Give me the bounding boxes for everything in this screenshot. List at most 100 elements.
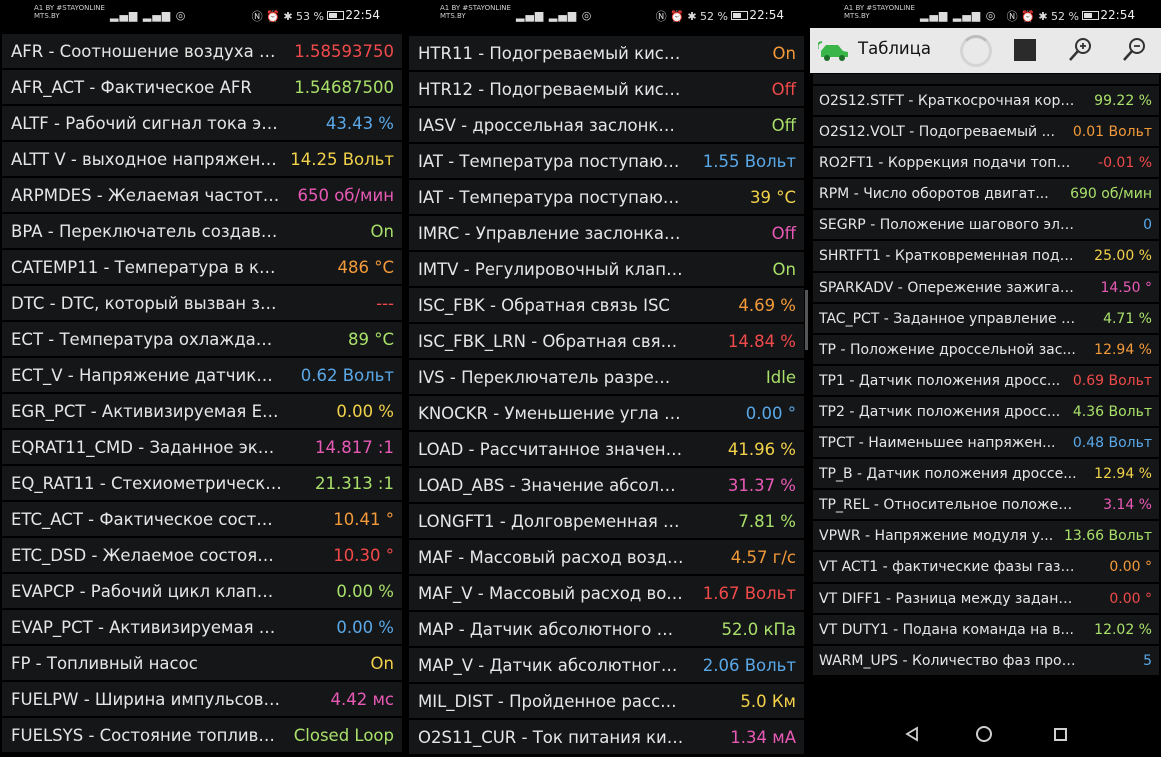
list-item[interactable]: SEGRP - Положение шагового электрод... 0 [813,210,1159,242]
sensor-list[interactable]: O2S12.STFT - Краткосрочная корр... 99.22 … [813,86,1159,677]
list-item[interactable]: VT DIFF1 - Разница между заданным... 0.00… [813,583,1159,615]
parameter-value: On [370,222,394,241]
list-item[interactable]: FUELPW - Ширина импульсов топ... 4.42 мс [2,682,402,718]
list-item[interactable]: ETC_ACT - Фактическое состояние ... 10.41… [2,502,402,538]
parameter-value: 10.41 ° [333,510,394,529]
list-item[interactable]: MAP - Датчик абсолютного давл... 52.0 кПа [409,612,804,648]
signal-icon: ▂▄▆ ▂▄▆ ◎ [516,9,593,22]
list-item[interactable]: CATEMP11 - Температура в катали... 486 °C [2,250,402,286]
app-car-icon[interactable] [818,39,852,63]
list-item[interactable]: EVAPCP - Рабочий цикл клапана в... 0.00 % [2,574,402,610]
parameter-label: WARM_UPS - Количество фаз прогрева ... [819,652,1079,669]
list-item[interactable]: RPM - Число оборотов двигат... 690 об/мин [813,179,1159,211]
list-item[interactable]: IAT - Температура поступающе... 1.55 Воль… [409,144,804,180]
parameter-label: EQ_RAT11 - Стехиометрическое ... [11,474,282,493]
parameter-value: Off [771,116,796,135]
list-item[interactable]: IMTV - Регулировочный клапан впускн... On [409,252,804,288]
parameter-label: ETC_ACT - Фактическое состояние ... [11,510,282,529]
list-item[interactable]: ETC_DSD - Желаемое состояние эл... 10.30 … [2,538,402,574]
list-item[interactable]: O2S12.VOLT - Подогреваемый ... 0.01 Вольт [813,117,1159,149]
list-item[interactable]: EQ_RAT11 - Стехиометрическое ... 21.313 :… [2,466,402,502]
nav-back-icon[interactable] [904,726,920,742]
list-item[interactable]: ALTF - Рабочий сигнал тока элект... 43.43… [2,106,402,142]
parameter-value: 690 об/мин [1070,186,1152,203]
list-item[interactable]: MIL_DIST - Пройденное расстояние... 5.0 К… [409,684,804,720]
parameter-value: 12.94 % [1094,341,1152,358]
parameter-value: 0.01 Вольт [1072,124,1152,141]
list-item[interactable]: TP1 - Датчик положения дросс... 0.69 Воль… [813,365,1159,397]
stop-button[interactable] [1014,39,1036,61]
parameter-label: MIL_DIST - Пройденное расстояние... [418,692,684,711]
nav-recent-icon[interactable] [1054,728,1067,741]
list-item[interactable]: SHRTFT1 - Кратковременная подс... 25.00 % [813,241,1159,273]
list-item[interactable]: FUELSYS - Состояние топливн... Closed Loo… [2,718,402,754]
list-item[interactable]: TAC_PCT - Заданное управление ис... 4.71 … [813,303,1159,335]
sensor-list[interactable]: AFR - Соотношение воздуха и... 1.58593750… [2,34,402,754]
list-item[interactable]: MAP_V - Датчик абсолютного ... 2.06 Вольт [409,648,804,684]
list-item[interactable]: VT DUTY1 - Подана команда на в... 12.02 % [813,614,1159,646]
parameter-value: 39 °C [749,188,796,207]
list-item[interactable]: MAF - Массовый расход воздуха 4.57 г/с [409,540,804,576]
list-item[interactable]: IASV - дроссельная заслонка системы ... O… [409,108,804,144]
list-item[interactable]: RO2FT1 - Коррекция подачи топли... -0.01 … [813,148,1159,180]
list-item[interactable]: O2S12.STFT - Краткосрочная корр... 99.22 … [813,86,1159,118]
list-item[interactable]: ECT_V - Напряжение датчика т... 0.62 Воль… [2,358,402,394]
list-item[interactable]: DTC - DTC, который вызван запросом с... -… [2,286,402,322]
list-item[interactable]: LONGFT1 - Долговременная подстр... 7.81 % [409,504,804,540]
list-item[interactable]: LOAD_ABS - Значение абсолютной... 31.37 % [409,468,804,504]
parameter-value: 3.14 % [1103,497,1152,514]
list-item[interactable]: WARM_UPS - Количество фаз прогрева ... 5 [813,645,1159,677]
parameter-value: Off [771,80,796,99]
parameter-label: TP_REL - Относительное положение... [819,497,1079,514]
parameter-label: EVAP_PCT - Активизируемая очист... [11,618,282,637]
sensor-list[interactable]: HTR11 - Подогреваемый кислородный ...OnH… [409,36,804,756]
scrollbar[interactable] [805,290,808,350]
list-item[interactable]: ISC_FBK - Обратная связь ISC 4.69 % [409,288,804,324]
app-toolbar: Таблица [810,28,1161,73]
zoom-in-icon[interactable] [1066,36,1094,64]
status-bar: A1 BY #STAYONLINE MTS.BY ▂▄▆ ▂▄▆ ◎ Ⓝ ⏰ ✱… [406,0,810,32]
list-item[interactable]: VPWR - Напряжение модуля у... 13.66 Вольт [813,521,1159,553]
list-item[interactable]: AFR_ACT - Фактическое AFR 1.54687500 [2,70,402,106]
list-item[interactable]: TP2 - Датчик положения дросс... 4.36 Воль… [813,396,1159,429]
list-item[interactable]: VT ACT1 - фактические фазы газора... 0.00… [813,552,1159,584]
parameter-label: ECT - Температура охлаждающей ж... [11,330,282,349]
list-item[interactable]: KNOCKR - Уменьшение угла опереж... 0.00 ° [409,396,804,432]
parameter-value: On [370,654,394,673]
list-item[interactable]: ALTT V - выходное напряжени... 14.25 Воль… [2,142,402,178]
list-item[interactable]: FP - Топливный насос On [2,646,402,682]
list-item[interactable]: BPA - Переключатель создаваемого да... On [2,214,402,250]
parameter-label: EVAPCP - Рабочий цикл клапана в... [11,582,282,601]
list-item[interactable]: EGR_PCT - Активизируемая EGR 0.00 % [2,394,402,430]
list-item[interactable]: IVS - Переключатель разрешения оце... Idl… [409,360,804,396]
list-item[interactable]: TP_B - Датчик положения дроссе... 12.94 % [813,459,1159,491]
list-item[interactable]: ARPMDES - Желаемая частота... 650 об/мин [2,178,402,214]
zoom-out-icon[interactable] [1120,36,1148,64]
list-item[interactable]: EQRAT11_CMD - Заданное эквив... 14.817 :1 [2,430,402,466]
nav-home-icon[interactable] [976,726,992,742]
list-item[interactable]: SPARKADV - Опережение зажигания 14.50 ° [813,272,1159,304]
parameter-label: MAP_V - Датчик абсолютного ... [418,656,684,675]
parameter-value: 0.00 % [336,618,394,637]
parameter-value: 7.81 % [738,512,796,531]
list-item[interactable]: IAT - Температура поступающего во... 39 °… [409,180,804,216]
list-item[interactable]: EVAP_PCT - Активизируемая очист... 0.00 % [2,610,402,646]
list-item[interactable]: ECT - Температура охлаждающей ж... 89 °C [2,322,402,358]
parameter-label: MAP - Датчик абсолютного давл... [418,620,684,639]
list-item[interactable]: TP - Положение дроссельной зас... 12.94 % [813,334,1159,366]
list-item[interactable]: HTR11 - Подогреваемый кислородный ... On [409,36,804,72]
list-item[interactable]: TPCT - Наименьшее напряжен... 0.48 Вольт [813,428,1159,460]
list-item[interactable]: LOAD - Рассчитанное значение на... 41.96 … [409,432,804,468]
list-item[interactable]: MAF_V - Массовый расход воз... 1.67 Вольт [409,576,804,612]
battery-percent: 53 % [296,10,324,23]
list-item[interactable]: IMRC - Управление заслонками канал... Off [409,216,804,252]
list-item[interactable]: O2S11_CUR - Ток питания кислор... 1.34 мА [409,720,804,756]
parameter-value: 14.25 Вольт [290,150,394,169]
list-item[interactable]: HTR12 - Подогреваемый кислородный... Off [409,72,804,108]
clock: 22:54 [345,8,380,22]
parameter-value: 0.69 Вольт [1072,372,1152,389]
list-item[interactable]: AFR - Соотношение воздуха и... 1.58593750 [2,34,402,70]
list-item[interactable]: TP_REL - Относительное положение... 3.14 … [813,490,1159,522]
parameter-value: 0.00 ° [1109,590,1152,607]
list-item[interactable]: ISC_FBK_LRN - Обратная связь ISC ... 14.8… [409,324,804,360]
